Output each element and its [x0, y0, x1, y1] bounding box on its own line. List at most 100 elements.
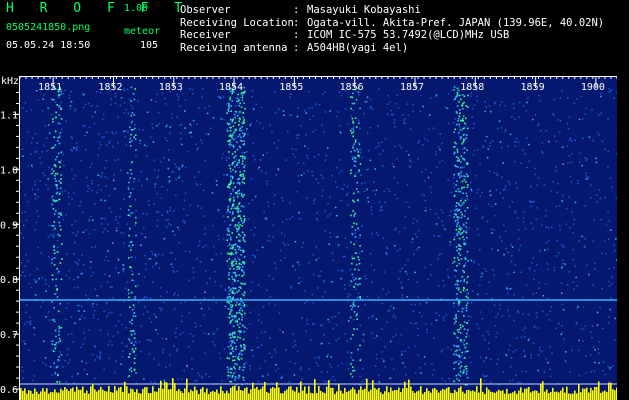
noise-speck: [30, 286, 33, 289]
noise-speck: [201, 377, 204, 379]
meteor-echo-speck: [459, 190, 462, 193]
noise-speck: [568, 196, 570, 198]
noise-speck: [382, 165, 384, 167]
noise-speck: [273, 142, 276, 144]
noise-speck: [355, 240, 358, 242]
meteor-echo-speck: [234, 292, 236, 295]
meteor-echo-speck: [242, 222, 244, 224]
noise-speck: [549, 310, 551, 313]
noise-speck: [334, 206, 337, 209]
noise-speck: [355, 165, 357, 168]
noise-speck: [536, 184, 538, 186]
meteor-echo-speck: [357, 199, 359, 201]
meteor-echo-speck: [233, 138, 235, 141]
noise-speck: [609, 308, 612, 311]
noise-speck: [91, 354, 94, 356]
noise-speck: [145, 263, 147, 265]
noise-speck: [482, 146, 485, 148]
noise-speck: [522, 105, 525, 107]
meteor-echo-speck: [53, 257, 56, 259]
noise-speck: [482, 374, 485, 376]
noise-speck: [171, 113, 173, 115]
meteor-echo-speck: [243, 294, 245, 297]
noise-speck: [171, 117, 174, 119]
meteor-echo-speck: [240, 330, 242, 332]
noise-speck: [66, 302, 69, 305]
noise-speck: [74, 110, 76, 112]
noise-speck: [558, 322, 560, 325]
level-bar: [370, 389, 372, 400]
noise-speck: [203, 332, 206, 335]
noise-speck: [281, 197, 283, 199]
noise-speck: [397, 106, 400, 109]
noise-speck: [50, 113, 53, 116]
noise-speck: [335, 181, 337, 183]
noise-speck: [585, 355, 587, 357]
noise-speck: [158, 123, 161, 125]
noise-speck: [330, 379, 332, 381]
meteor-echo-speck: [459, 249, 461, 251]
noise-speck: [478, 263, 480, 266]
noise-speck: [339, 132, 342, 134]
noise-speck: [441, 142, 443, 145]
noise-speck: [376, 335, 378, 337]
noise-speck: [429, 264, 432, 266]
meteor-echo-speck: [453, 131, 455, 134]
noise-speck: [563, 245, 565, 247]
meteor-echo-speck: [461, 232, 464, 234]
noise-speck: [501, 240, 503, 242]
noise-speck: [378, 201, 381, 203]
noise-speck: [204, 270, 207, 272]
meteor-echo-speck: [53, 344, 56, 346]
noise-speck: [453, 305, 455, 308]
level-bar: [180, 391, 182, 400]
meteor-echo-speck: [240, 254, 242, 256]
noise-speck: [396, 197, 398, 200]
meteor-echo-speck: [239, 214, 241, 217]
meteor-echo-speck: [460, 326, 462, 329]
noise-speck: [223, 174, 225, 176]
noise-speck: [274, 304, 277, 307]
noise-speck: [248, 323, 251, 325]
noise-speck: [173, 271, 175, 273]
meteor-echo-speck: [240, 312, 242, 315]
noise-speck: [518, 141, 520, 144]
noise-speck: [97, 184, 100, 186]
noise-speck: [395, 227, 397, 230]
noise-speck: [143, 276, 146, 278]
noise-speck: [448, 277, 450, 279]
noise-speck: [181, 331, 184, 334]
meteor-echo-speck: [232, 218, 234, 220]
meteor-echo-speck: [243, 330, 246, 333]
noise-speck: [347, 368, 350, 370]
noise-speck: [154, 381, 156, 384]
meteor-echo-speck: [231, 121, 234, 123]
noise-speck: [217, 96, 219, 98]
meteor-echo-speck: [53, 264, 56, 266]
noise-speck: [592, 346, 595, 348]
noise-speck: [252, 155, 254, 157]
meteor-echo-speck: [466, 332, 468, 335]
noise-speck: [550, 306, 552, 308]
noise-speck: [314, 198, 316, 200]
noise-speck: [152, 127, 154, 129]
noise-speck: [386, 253, 388, 256]
meteor-echo-speck: [241, 316, 244, 319]
meteor-echo-speck: [460, 361, 462, 363]
noise-speck: [511, 255, 513, 257]
meteor-echo-speck: [453, 344, 455, 347]
noise-speck: [466, 229, 468, 231]
noise-speck: [170, 263, 173, 265]
noise-speck: [157, 211, 159, 213]
noise-speck: [282, 199, 284, 202]
meteor-echo-speck: [228, 295, 230, 298]
noise-speck: [184, 220, 186, 223]
noise-layer: [20, 88, 617, 386]
noise-speck: [410, 322, 412, 324]
meteor-echo-speck: [463, 140, 465, 142]
noise-speck: [186, 366, 189, 368]
meteor-echo-speck: [230, 126, 232, 129]
noise-speck: [316, 212, 318, 214]
noise-speck: [124, 136, 127, 138]
level-bar: [400, 391, 402, 400]
